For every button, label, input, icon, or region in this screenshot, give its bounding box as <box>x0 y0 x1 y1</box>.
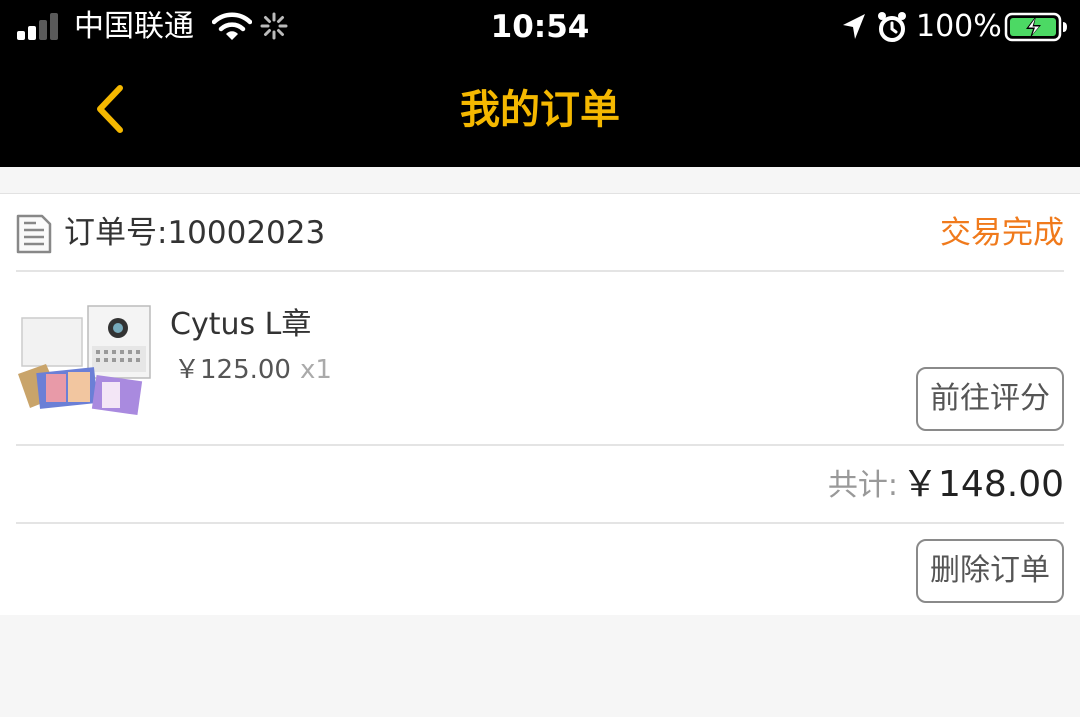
order-header: 订单号:10002023 交易完成 <box>16 194 1064 272</box>
product-price: ￥125.00 <box>174 355 291 385</box>
page-title: 我的订单 <box>460 87 620 133</box>
order-item[interactable]: Cytus L章 ￥125.00 x1 前往评分 <box>16 274 1064 446</box>
order-number: 订单号:10002023 <box>64 215 326 251</box>
product-thumbnail <box>16 304 152 416</box>
status-bar: 中国联通 10:54 100% <box>0 0 1080 56</box>
order-status: 交易完成 <box>940 215 1064 251</box>
battery-charging-icon <box>1004 12 1068 46</box>
product-name: Cytus L章 <box>170 307 312 342</box>
alarm-clock-icon <box>877 11 907 47</box>
location-arrow-icon <box>841 12 867 46</box>
total-label: 共计: <box>827 468 898 503</box>
order-total-row: 共计: ￥148.00 <box>16 448 1064 524</box>
delete-order-button[interactable]: 删除订单 <box>916 539 1064 603</box>
battery-percent: 100% <box>916 9 1002 44</box>
document-icon <box>16 214 52 258</box>
product-quantity: x1 <box>300 355 332 385</box>
review-button[interactable]: 前往评分 <box>916 367 1064 431</box>
total-amount: ￥148.00 <box>902 464 1064 505</box>
order-card: 订单号:10002023 交易完成 Cytus L章 ￥125.00 x1 前往… <box>0 193 1080 615</box>
order-actions: 删除订单 <box>16 526 1064 616</box>
